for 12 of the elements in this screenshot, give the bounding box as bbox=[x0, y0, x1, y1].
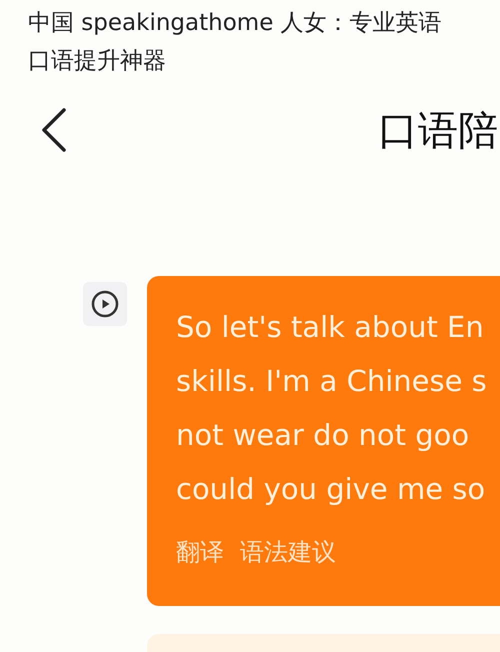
page-title: 口语陪 bbox=[378, 106, 498, 156]
play-button[interactable] bbox=[83, 282, 127, 326]
message-action-link[interactable]: 语法建议 bbox=[240, 536, 336, 568]
message-text: skills. I'm a Chinese s bbox=[176, 363, 488, 400]
back-icon[interactable] bbox=[40, 108, 68, 152]
caption-text: 中国 speakingathome 人女：专业英语 bbox=[28, 9, 442, 38]
play-icon bbox=[90, 289, 120, 319]
message-text: not wear do not goo bbox=[176, 417, 470, 454]
message-text: So let's talk about En bbox=[176, 309, 485, 346]
message-text: could you give me so bbox=[176, 471, 486, 508]
caption-text: 口语提升神器 bbox=[28, 47, 166, 76]
message-action-link[interactable]: 翻译 bbox=[176, 536, 224, 568]
